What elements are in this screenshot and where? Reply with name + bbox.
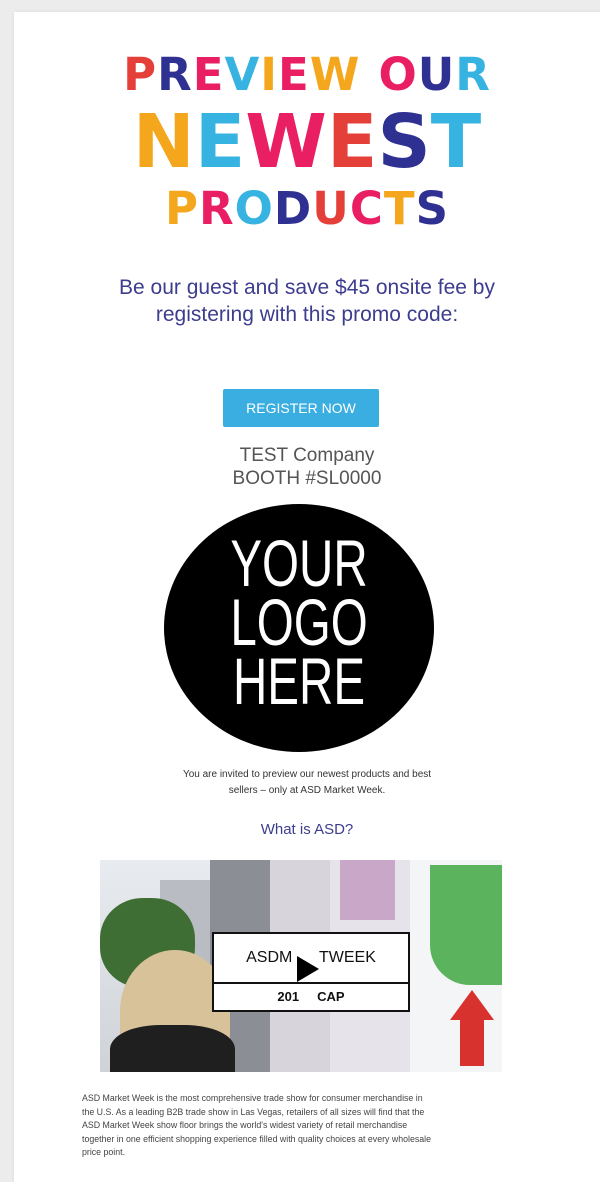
description-line: ASD Market Week show floor brings the wo… [82,1120,408,1131]
headline-letter: U [417,48,456,101]
headline-letter: O [234,182,274,235]
description-line: ASD Market Week is the most comprehensiv… [82,1093,423,1103]
tagline-line: Be our guest and save $45 onsite fee by [119,276,495,299]
headline-letter: E [194,99,246,185]
description-line: together in one efficient shopping exper… [82,1133,431,1144]
booth-number: BOOTH #SL0000 [232,468,382,489]
headline-line-2: NEWEST [14,105,600,179]
headline-letter: U [312,182,350,235]
invite-text: You are invited to preview our newest pr… [57,767,557,799]
company-name: TEST Company [239,445,375,466]
video-banner [340,860,395,920]
headline-line-3: PRODUCTS [14,186,600,231]
headline-letter: E [326,99,378,185]
headline-line-1: PREVIEW OUR [14,52,600,97]
video-subtitle: 201 CAP [277,989,345,1004]
arrow-sign [450,990,494,1020]
tagline-line: registering with this promo code: [155,303,459,326]
headline-letter: E [192,48,225,101]
headline-letter: T [383,182,416,235]
headline-letter: E [278,48,310,101]
asd-description: ASD Market Week is the most comprehensiv… [82,1092,552,1160]
headline-letter: R [157,48,193,101]
headline-letter: N [132,99,195,185]
headline-letter: P [165,182,199,235]
headline-letter: I [260,48,279,101]
headline-letter: O [378,48,418,101]
headline-letter: S [415,182,449,235]
video-banner [430,865,502,985]
headline-letter: T [430,99,482,185]
invite-line: You are invited to preview our newest pr… [182,769,432,780]
headline-letter: W [245,99,327,185]
register-now-button[interactable]: REGISTER NOW [223,389,379,427]
logo-text: YOUR LOGO HERE [202,530,396,718]
headline-letter: S [377,99,431,185]
description-line: price point. [82,1147,126,1158]
play-icon[interactable] [297,956,319,982]
headline-letter: W [309,48,361,101]
logo-placeholder: YOUR LOGO HERE [164,504,434,752]
headline-letter: P [123,48,158,101]
video-thumbnail[interactable]: ASDM TWEEK 201 CAP [100,860,502,1072]
invite-line: sellers – only at ASD Market Week. [228,785,386,796]
promo-tagline: Be our guest and save $45 onsite fee by … [57,274,557,328]
headline-letter: C [349,182,384,235]
video-person [110,1025,235,1072]
logo-line: HERE [232,644,366,718]
headline-letter: V [224,48,261,101]
description-line: the U.S. As a leading B2B trade show in … [82,1106,425,1117]
arrow-sign [460,1020,484,1066]
what-is-asd-link[interactable]: What is ASD? [14,820,600,840]
email-card: PREVIEW OUR NEWEST PRODUCTS Be our guest … [14,12,600,1182]
headline-letter: R [455,48,491,101]
headline-letter: R [199,182,235,235]
headline-letter: D [273,182,313,235]
company-info: TEST Company BOOTH #SL0000 [14,444,600,490]
